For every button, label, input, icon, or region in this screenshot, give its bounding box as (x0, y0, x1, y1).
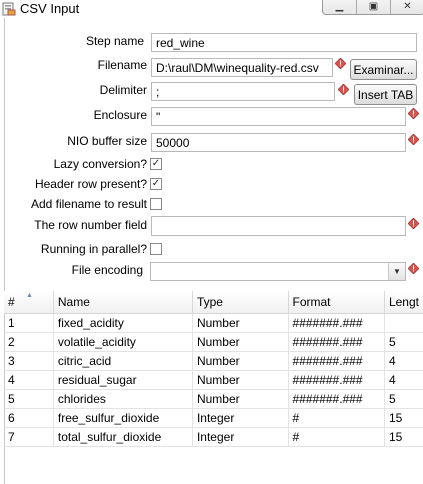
add-filename-label: Add filename to result (30, 197, 147, 211)
step-name-label: Step name (85, 34, 144, 48)
file-encoding-select[interactable]: ▼ (150, 262, 406, 281)
add-filename-checkbox[interactable] (150, 198, 162, 210)
warning-diamond-icon (335, 58, 346, 69)
parallel-label: Running in parallel? (40, 242, 147, 256)
cell-index[interactable]: 2 (4, 332, 54, 352)
minimize-button[interactable]: ▁ (323, 0, 357, 14)
column-header-format[interactable]: Format (288, 291, 385, 314)
table-row[interactable]: 4 residual_sugar Number #######.### 4 (4, 370, 423, 390)
cell-index[interactable]: 7 (4, 427, 54, 447)
nio-buffer-input[interactable] (151, 133, 406, 152)
enclosure-label: Enclosure (93, 108, 147, 122)
cell-index[interactable]: 5 (4, 389, 54, 409)
delimiter-label: Delimiter (99, 83, 147, 97)
cell-type[interactable]: Number (192, 389, 289, 409)
cell-format[interactable]: # (288, 427, 385, 447)
window-controls: ▁ ▣ ✕ (322, 0, 423, 15)
cell-length[interactable]: 5 (384, 389, 423, 409)
cell-index[interactable]: 6 (4, 408, 54, 428)
step-name-input[interactable] (151, 33, 417, 52)
cell-index[interactable]: 1 (4, 313, 54, 333)
cell-format[interactable]: #######.### (288, 389, 385, 409)
title-bar: CSV Input ▁ ▣ ✕ (0, 0, 423, 18)
header-row-checkbox[interactable]: ✓ (150, 178, 162, 190)
column-header-length[interactable]: Lengt (384, 291, 423, 314)
enclosure-input[interactable] (151, 107, 406, 126)
table-row[interactable]: 7 total_sulfur_dioxide Integer #15 (4, 427, 423, 447)
cell-name[interactable]: free_sulfur_dioxide (53, 408, 193, 428)
table-row[interactable]: 1 fixed_acidity Number #######.### (4, 313, 423, 333)
cell-format[interactable]: #######.### (288, 332, 385, 352)
maximize-button[interactable]: ▣ (357, 0, 391, 14)
table-row[interactable]: 2 volatile_acidity Number #######.### 5 (4, 332, 423, 352)
chevron-down-icon[interactable]: ▼ (388, 263, 405, 280)
row-number-label: The row number field (34, 218, 147, 232)
cell-index[interactable]: 3 (4, 351, 54, 371)
sort-indicator-icon: ▲ (26, 292, 33, 299)
close-button[interactable]: ✕ (391, 0, 423, 14)
cell-name[interactable]: chlorides (53, 389, 193, 409)
warning-diamond-icon (408, 134, 419, 145)
browse-button[interactable]: Examinar... (350, 59, 417, 80)
cell-name[interactable]: volatile_acidity (53, 332, 193, 352)
cell-type[interactable]: Number (192, 332, 289, 352)
header-row-label: Header row present? (34, 177, 147, 191)
lazy-conversion-label: Lazy conversion? (53, 157, 147, 171)
table-row[interactable]: 3 citric_acid Number #######.### 4 (4, 351, 423, 371)
column-header-index[interactable]: # ▲ (4, 291, 54, 314)
cell-length[interactable]: 5 (384, 332, 423, 352)
cell-format[interactable]: #######.### (288, 370, 385, 390)
warning-diamond-icon (408, 108, 419, 119)
cell-length[interactable]: 4 (384, 370, 423, 390)
warning-diamond-icon (408, 218, 419, 229)
cell-name[interactable]: residual_sugar (53, 370, 193, 390)
cell-type[interactable]: Number (192, 313, 289, 333)
table-row[interactable]: 6 free_sulfur_dioxide Integer #15 (4, 408, 423, 428)
row-number-input[interactable] (151, 216, 406, 236)
cell-length[interactable]: 4 (384, 351, 423, 371)
cell-type[interactable]: Integer (192, 427, 289, 447)
table-row[interactable]: 5 chlorides Number #######.### 5 (4, 389, 423, 409)
cell-name[interactable]: total_sulfur_dioxide (53, 427, 193, 447)
cell-length[interactable]: 15 (384, 427, 423, 447)
cell-name[interactable]: citric_acid (53, 351, 193, 371)
filename-label: Filename (97, 58, 147, 72)
cell-length[interactable]: 15 (384, 408, 423, 428)
cell-format[interactable]: #######.### (288, 313, 385, 333)
table-header-row: # ▲ Name Type Format Lengt (4, 291, 423, 314)
cell-length[interactable] (384, 313, 423, 333)
window-title: CSV Input (20, 1, 80, 16)
cell-type[interactable]: Integer (192, 408, 289, 428)
delimiter-input[interactable] (151, 82, 335, 101)
fields-table: # ▲ Name Type Format Lengt 1 fixed_acidity… (4, 291, 423, 447)
cell-index[interactable]: 4 (4, 370, 54, 390)
filename-input[interactable] (151, 58, 333, 77)
cell-name[interactable]: fixed_acidity (53, 313, 193, 333)
column-header-type[interactable]: Type (192, 291, 289, 314)
cell-format[interactable]: #######.### (288, 351, 385, 371)
insert-tab-button[interactable]: Insert TAB (354, 84, 417, 105)
warning-diamond-icon (408, 263, 419, 274)
lazy-conversion-checkbox[interactable]: ✓ (150, 158, 162, 170)
warning-diamond-icon (338, 84, 349, 95)
cell-type[interactable]: Number (192, 351, 289, 371)
csv-input-icon (2, 2, 16, 16)
column-header-name[interactable]: Name (53, 291, 193, 314)
cell-format[interactable]: # (288, 408, 385, 428)
nio-buffer-label: NIO buffer size (67, 134, 147, 148)
cell-type[interactable]: Number (192, 370, 289, 390)
parallel-checkbox[interactable] (150, 243, 162, 255)
file-encoding-label: File encoding (71, 263, 143, 277)
